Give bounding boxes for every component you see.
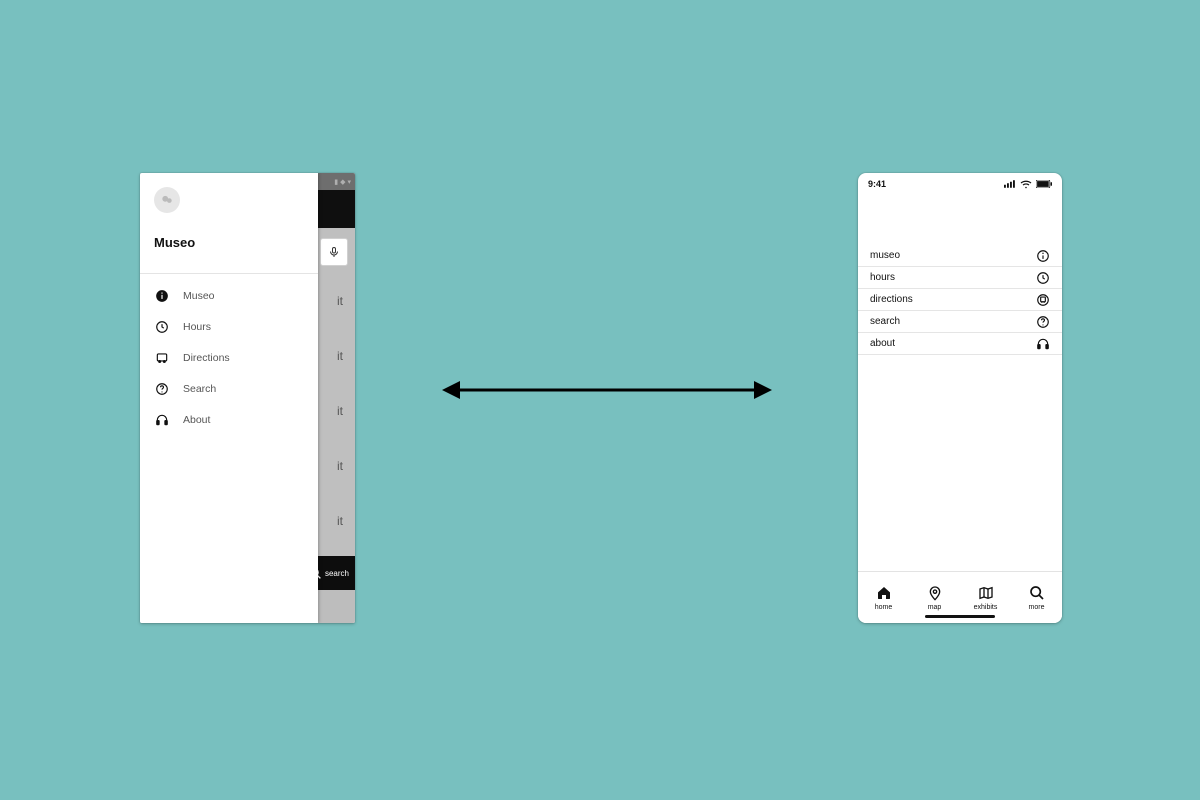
row-label: hours — [870, 272, 895, 283]
clock-icon — [154, 319, 169, 334]
drawer-item-label: Directions — [183, 352, 230, 364]
android-mock: ▮◆▾ it it it it it search Museo Museo Ho… — [140, 173, 355, 623]
clock-icon — [1036, 271, 1050, 285]
drawer-item-hours[interactable]: Hours — [140, 311, 318, 342]
row-label: search — [870, 316, 900, 327]
headphones-icon — [1036, 337, 1050, 351]
tab-label: map — [928, 604, 942, 611]
list-row-about[interactable]: about — [858, 333, 1062, 355]
list-row-museo[interactable]: museo — [858, 245, 1062, 267]
drawer-item-directions[interactable]: Directions — [140, 342, 318, 373]
tab-home[interactable]: home — [858, 572, 909, 623]
drawer-item-label: Hours — [183, 321, 211, 333]
drawer-item-label: About — [183, 414, 210, 426]
drawer-header: Museo — [140, 173, 318, 273]
drawer-item-label: Search — [183, 383, 216, 395]
bus-icon — [154, 350, 169, 365]
help-icon — [154, 381, 169, 396]
ios-mock: 9:41 museo hours directions search about… — [858, 173, 1062, 623]
row-label: directions — [870, 294, 913, 305]
row-label: about — [870, 338, 895, 349]
home-indicator — [925, 615, 995, 619]
home-icon — [875, 584, 892, 601]
tab-label: exhibits — [974, 604, 998, 611]
drawer-title: Museo — [154, 235, 304, 250]
train-icon — [1036, 293, 1050, 307]
wifi-icon — [1020, 180, 1032, 189]
list-row-directions[interactable]: directions — [858, 289, 1062, 311]
pin-icon — [926, 584, 943, 601]
avatar[interactable] — [154, 187, 180, 213]
tab-label: home — [875, 604, 893, 611]
ios-status-bar: 9:41 — [858, 173, 1062, 195]
drawer-item-about[interactable]: About — [140, 404, 318, 435]
list-row-search[interactable]: search — [858, 311, 1062, 333]
headphones-icon — [154, 412, 169, 427]
signal-icon — [1004, 180, 1016, 188]
drawer-item-search[interactable]: Search — [140, 373, 318, 404]
help-icon — [1036, 315, 1050, 329]
bottom-action-label: search — [325, 569, 349, 578]
battery-icon — [1036, 180, 1052, 188]
tab-more[interactable]: more — [1011, 572, 1062, 623]
drawer-item-museo[interactable]: Museo — [140, 280, 318, 311]
voice-search-button[interactable] — [320, 238, 348, 266]
ios-tabbar: home map exhibits more — [858, 571, 1062, 623]
info-icon — [154, 288, 169, 303]
info-icon — [1036, 249, 1050, 263]
status-time: 9:41 — [868, 179, 886, 189]
search-icon — [1028, 584, 1045, 601]
list-row-hours[interactable]: hours — [858, 267, 1062, 289]
row-label: museo — [870, 250, 900, 261]
divider — [140, 273, 318, 274]
comparison-arrow — [442, 376, 772, 404]
map-icon — [977, 584, 994, 601]
navigation-drawer: Museo Museo Hours Directions Search Abou… — [140, 173, 318, 623]
tab-label: more — [1029, 604, 1045, 611]
drawer-item-label: Museo — [183, 290, 215, 302]
